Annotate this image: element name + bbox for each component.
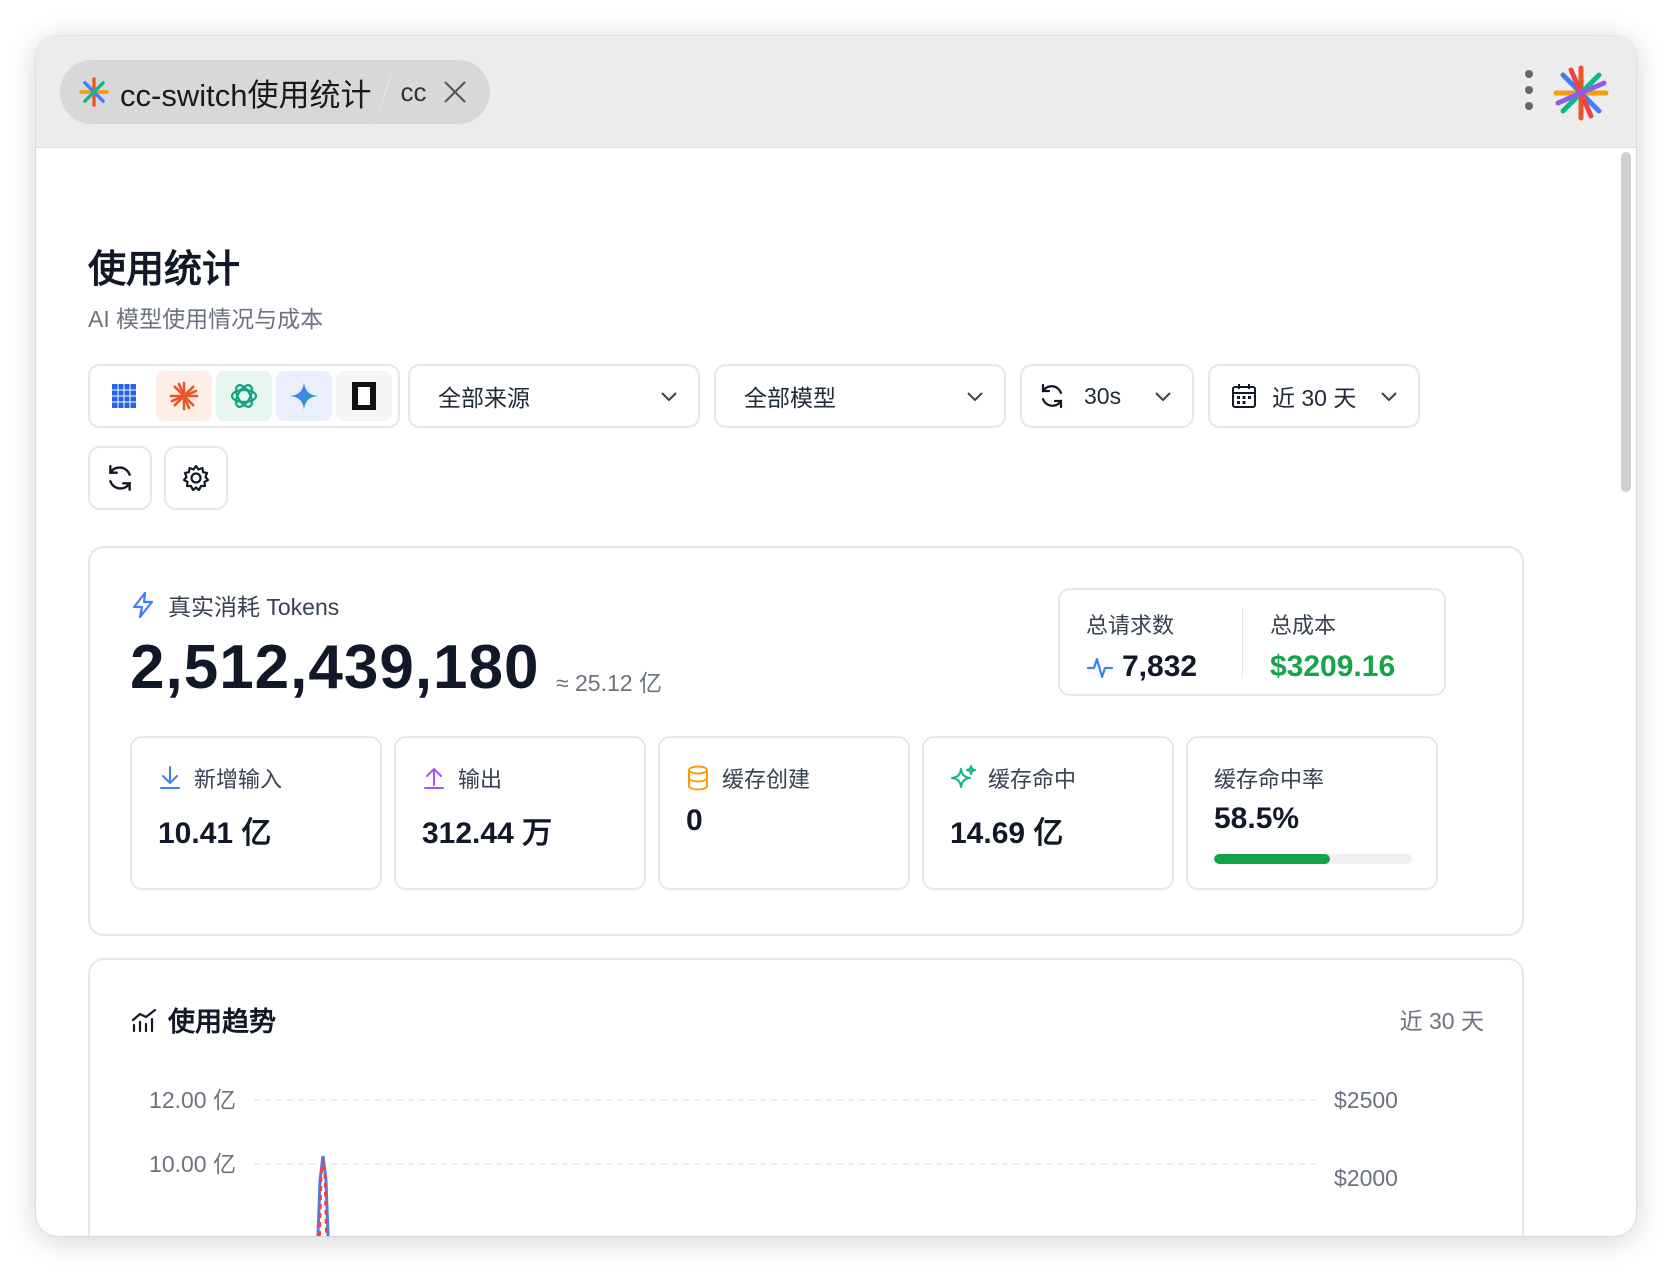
activity-icon (1086, 657, 1114, 679)
date-range-value: 近 30 天 (1272, 385, 1357, 411)
requests-label: 总请求数 (1086, 613, 1175, 638)
settings-button[interactable] (164, 446, 228, 510)
tokens-total: 2,512,439,180 (130, 633, 540, 702)
tab-title: cc-switch使用统计 (120, 77, 372, 113)
title-bar: cc-switch使用统计 cc (36, 36, 1636, 148)
chevron-down-icon (661, 392, 677, 402)
metric-label: 缓存创建 (722, 767, 811, 792)
chart-y-tick-left: 10.00 亿 (149, 1151, 236, 1177)
metric-value: 0 (686, 804, 703, 837)
tokens-summary-card: 真实消耗 Tokens 2,512,439,180 ≈ 25.12 亿 总请求数… (88, 546, 1524, 936)
cost-label: 总成本 (1270, 613, 1337, 638)
chevron-down-icon (967, 392, 983, 402)
app-window: cc-switch使用统计 cc 使用统计 AI 模型使用情况与成本 全部来源 … (36, 36, 1636, 1236)
metric-value: 14.69 亿 (950, 817, 1064, 850)
chevron-down-icon (1155, 392, 1171, 402)
page-title: 使用统计 (88, 249, 241, 291)
metric-label: 新增输入 (194, 767, 283, 792)
tab-divider (375, 60, 397, 124)
refresh-interval-select[interactable]: 30s (1020, 364, 1194, 428)
database-icon (688, 765, 708, 791)
chevron-down-icon (1381, 392, 1397, 402)
source-select-value: 全部来源 (438, 385, 530, 411)
metric-card-cache-hit-rate: 缓存命中率 58.5% (1186, 736, 1438, 890)
source-filter-group (88, 364, 400, 428)
chart-y-tick-right: $2000 (1334, 1165, 1398, 1191)
model-select-value: 全部模型 (744, 385, 836, 411)
page-subtitle: AI 模型使用情况与成本 (88, 306, 324, 332)
source-claude-button[interactable] (156, 371, 212, 421)
requests-value: 7,832 (1122, 650, 1198, 683)
date-range-select[interactable]: 近 30 天 (1208, 364, 1420, 428)
summary-box: 总请求数 7,832 总成本 $3209.16 (1058, 588, 1446, 696)
scrollbar-thumb[interactable] (1621, 152, 1631, 492)
trend-chart: 12.00 亿 10.00 亿 $2500 $2000 (149, 1087, 1398, 1236)
claude-logo-icon (79, 77, 109, 107)
metric-card-cache-hit: 缓存命中 14.69 亿 (922, 736, 1174, 890)
close-icon[interactable] (440, 77, 470, 107)
cache-hit-progress-bar (1214, 854, 1412, 864)
arrow-up-icon (424, 767, 444, 789)
source-gemini-button[interactable] (276, 371, 332, 421)
app-logo-icon (1553, 65, 1609, 121)
model-select[interactable]: 全部模型 (714, 364, 1006, 428)
refresh-icon (1041, 383, 1063, 409)
metric-value: 58.5% (1214, 802, 1300, 835)
tokens-label: 真实消耗 Tokens (130, 588, 339, 622)
requests-summary: 总请求数 7,832 (1086, 608, 1197, 684)
source-terminal-button[interactable] (336, 371, 392, 421)
source-openai-button[interactable] (216, 371, 272, 421)
main-content: 使用统计 AI 模型使用情况与成本 全部来源 全部模型 30s 近 30 天 真… (36, 148, 1616, 1236)
terminal-icon (352, 382, 376, 410)
metric-card-input: 新增输入 10.41 亿 (130, 736, 382, 890)
metric-value: 312.44 万 (422, 817, 553, 850)
source-select[interactable]: 全部来源 (408, 364, 700, 428)
arrow-down-icon (160, 766, 180, 789)
summary-divider (1242, 608, 1243, 678)
tab-subtitle: cc (400, 76, 427, 107)
tokens-label-text: 真实消耗 Tokens (168, 594, 340, 620)
metric-card-cache-create: 缓存创建 0 (658, 736, 910, 890)
lightning-icon (132, 591, 154, 619)
calendar-icon (1232, 384, 1256, 408)
refresh-icon (109, 465, 131, 491)
metric-card-output: 输出 312.44 万 (394, 736, 646, 890)
sparkles-icon (951, 765, 976, 788)
usage-trend-card: 使用趋势 近 30 天 12.00 亿 10.00 亿 $2500 $2000 (88, 958, 1524, 1236)
metric-value: 10.41 亿 (158, 817, 272, 850)
chart-y-tick-left: 12.00 亿 (149, 1087, 236, 1113)
metric-label: 缓存命中 (988, 767, 1077, 792)
tokens-approx: ≈ 25.12 亿 (556, 670, 662, 696)
chart-y-tick-right: $2500 (1334, 1087, 1398, 1113)
browser-tab[interactable]: cc-switch使用统计 cc (60, 60, 491, 124)
refresh-button[interactable] (88, 446, 152, 510)
cost-summary: 总成本 $3209.16 (1270, 608, 1395, 684)
source-all-button[interactable] (96, 371, 152, 421)
grid-icon (112, 384, 136, 408)
more-menu-icon[interactable] (1521, 68, 1537, 112)
refresh-interval-value: 30s (1084, 382, 1122, 409)
claude-icon (169, 381, 199, 411)
openai-icon (230, 384, 258, 408)
gemini-icon (290, 382, 318, 410)
gear-icon (182, 464, 210, 492)
metric-label: 缓存命中率 (1214, 767, 1325, 792)
metric-label: 输出 (458, 767, 503, 792)
cost-value: $3209.16 (1270, 650, 1396, 683)
cache-hit-progress-fill (1214, 854, 1330, 864)
